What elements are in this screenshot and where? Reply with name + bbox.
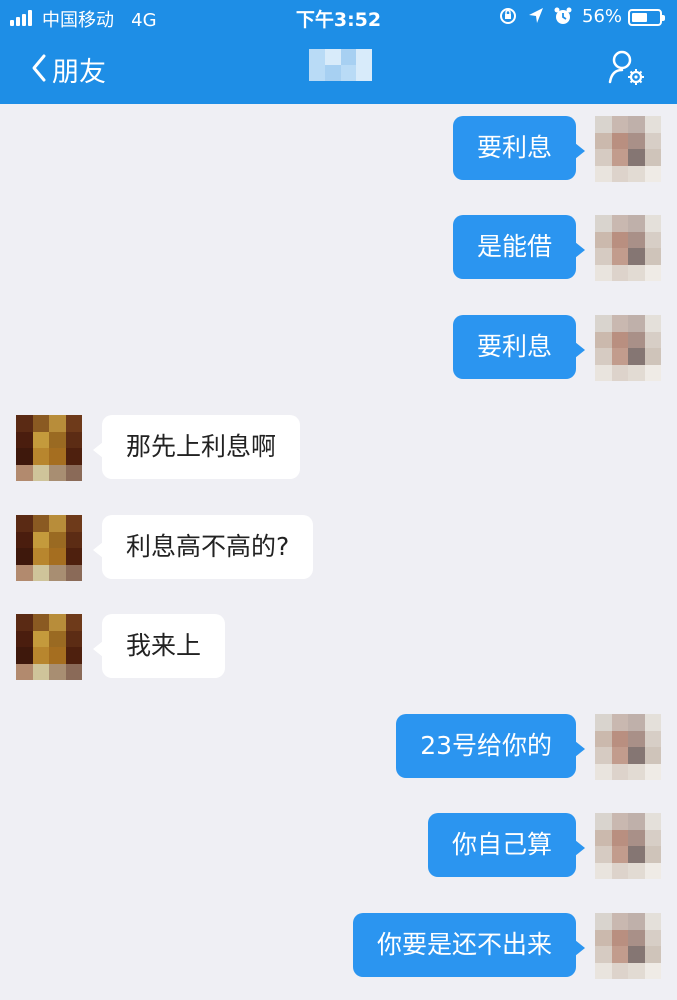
contact-avatar[interactable] xyxy=(16,515,82,581)
incoming-message-bubble[interactable]: 那先上利息啊 xyxy=(92,415,301,479)
outgoing-message-bubble[interactable]: 23号给你的 xyxy=(396,714,585,778)
contact-avatar[interactable] xyxy=(16,415,82,481)
outgoing-message-bubble[interactable]: 你自己算 xyxy=(427,813,586,877)
my-avatar[interactable] xyxy=(595,714,661,780)
alarm-icon xyxy=(553,6,573,31)
chat-header: 中国移动 4G 下午3:52 56% 朋友 xyxy=(0,0,677,104)
profile-settings-button[interactable] xyxy=(604,48,648,88)
location-arrow-icon xyxy=(527,6,545,31)
back-button[interactable]: 朋友 xyxy=(30,50,106,89)
message-row: 要利息 xyxy=(0,315,677,381)
message-row: 要利息 xyxy=(0,116,677,182)
message-row: 那先上利息啊 xyxy=(0,415,677,481)
back-label: 朋友 xyxy=(52,57,106,88)
outgoing-message-bubble[interactable]: 是能借 xyxy=(452,215,586,279)
incoming-message-bubble[interactable]: 利息高不高的? xyxy=(92,515,314,579)
orientation-lock-icon xyxy=(498,6,518,31)
my-avatar[interactable] xyxy=(595,315,661,381)
nav-bar: 朋友 xyxy=(0,34,677,104)
message-row: 利息高不高的? xyxy=(0,515,677,581)
my-avatar[interactable] xyxy=(595,215,661,281)
user-settings-icon xyxy=(604,50,648,92)
battery-icon xyxy=(628,9,665,26)
battery-percent: 56% xyxy=(582,6,623,27)
message-row: 你要是还不出来 xyxy=(0,913,677,979)
message-row: 我来上 xyxy=(0,614,677,680)
status-bar: 中国移动 4G 下午3:52 56% xyxy=(0,0,677,34)
my-avatar[interactable] xyxy=(595,913,661,979)
my-avatar[interactable] xyxy=(595,116,661,182)
outgoing-message-bubble[interactable]: 要利息 xyxy=(452,116,586,180)
incoming-message-bubble[interactable]: 我来上 xyxy=(92,614,226,678)
contact-name-pixelated xyxy=(309,49,372,81)
message-row: 是能借 xyxy=(0,215,677,281)
message-row: 23号给你的 xyxy=(0,714,677,780)
outgoing-message-bubble[interactable]: 你要是还不出来 xyxy=(352,913,586,977)
message-row: 你自己算 xyxy=(0,813,677,879)
my-avatar[interactable] xyxy=(595,813,661,879)
chevron-left-icon xyxy=(30,53,48,87)
outgoing-message-bubble[interactable]: 要利息 xyxy=(452,315,586,379)
contact-avatar[interactable] xyxy=(16,614,82,680)
clock: 下午3:52 xyxy=(295,9,382,31)
